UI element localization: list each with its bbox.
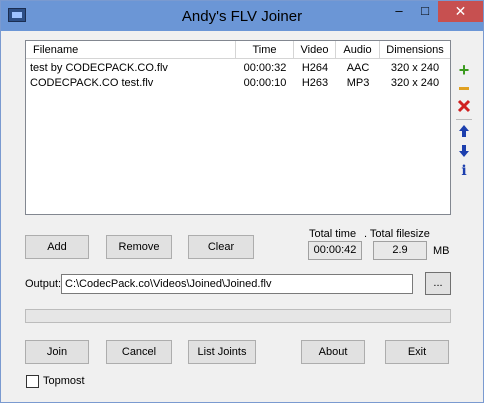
cell-time: 00:00:32 bbox=[243, 62, 287, 74]
table-row[interactable]: CODECPACK.CO test.flv 00:00:10 H263 MP3 … bbox=[26, 76, 450, 91]
join-button[interactable]: Join bbox=[25, 340, 89, 364]
column-header-dimensions[interactable]: Dimensions bbox=[380, 41, 450, 59]
close-button[interactable]: ✕ bbox=[438, 1, 483, 22]
clear-button[interactable]: Clear bbox=[188, 235, 254, 259]
cell-time: 00:00:10 bbox=[243, 77, 287, 89]
topmost-checkbox[interactable] bbox=[26, 375, 39, 388]
plus-icon[interactable]: + bbox=[456, 61, 472, 79]
cell-filename: test by CODECPACK.CO.flv bbox=[30, 62, 168, 74]
minus-icon[interactable] bbox=[456, 81, 472, 97]
total-time-value: 00:00:42 bbox=[308, 241, 362, 260]
exit-button[interactable]: Exit bbox=[385, 340, 449, 364]
total-filesize-label: . Total filesize bbox=[364, 228, 430, 240]
column-header-time[interactable]: Time bbox=[236, 41, 294, 59]
cell-dimensions: 320 x 240 bbox=[390, 62, 440, 74]
app-window: Andy's FLV Joiner – □ ✕ Filename Time Vi… bbox=[0, 0, 484, 403]
column-header-filename[interactable]: Filename bbox=[26, 41, 236, 59]
arrow-down-icon[interactable] bbox=[456, 143, 472, 159]
file-list-header: Filename Time Video Audio Dimensions bbox=[26, 41, 450, 59]
filesize-unit: MB bbox=[433, 245, 450, 257]
output-path-field[interactable]: C:\CodecPack.co\Videos\Joined\Joined.flv bbox=[61, 274, 413, 294]
cell-audio: AAC bbox=[346, 62, 370, 74]
maximize-button[interactable]: □ bbox=[412, 1, 438, 22]
column-header-video[interactable]: Video bbox=[294, 41, 336, 59]
remove-button[interactable]: Remove bbox=[106, 235, 172, 259]
total-filesize-value: 2.9 bbox=[373, 241, 427, 260]
table-row[interactable]: test by CODECPACK.CO.flv 00:00:32 H264 A… bbox=[26, 61, 450, 76]
progress-bar bbox=[25, 309, 451, 323]
cell-audio: MP3 bbox=[346, 77, 370, 89]
close-x-icon[interactable] bbox=[456, 98, 472, 114]
browse-button[interactable]: ... bbox=[425, 272, 451, 295]
cell-filename: CODECPACK.CO test.flv bbox=[30, 77, 154, 89]
topmost-label[interactable]: Topmost bbox=[43, 375, 85, 387]
info-icon[interactable]: i bbox=[456, 163, 472, 179]
list-joints-button[interactable]: List Joints bbox=[188, 340, 256, 364]
cell-video: H264 bbox=[301, 62, 329, 74]
about-button[interactable]: About bbox=[301, 340, 365, 364]
total-time-label: Total time bbox=[309, 228, 357, 240]
cancel-button[interactable]: Cancel bbox=[106, 340, 172, 364]
minimize-button[interactable]: – bbox=[386, 1, 412, 22]
toolbar-separator bbox=[456, 119, 472, 120]
file-list[interactable]: Filename Time Video Audio Dimensions tes… bbox=[25, 40, 451, 215]
output-label: Output: bbox=[25, 278, 62, 290]
add-button[interactable]: Add bbox=[25, 235, 89, 259]
cell-video: H263 bbox=[301, 77, 329, 89]
title-bar[interactable]: Andy's FLV Joiner – □ ✕ bbox=[1, 1, 483, 31]
cell-dimensions: 320 x 240 bbox=[390, 77, 440, 89]
column-header-audio[interactable]: Audio bbox=[336, 41, 380, 59]
arrow-up-icon[interactable] bbox=[456, 123, 472, 139]
